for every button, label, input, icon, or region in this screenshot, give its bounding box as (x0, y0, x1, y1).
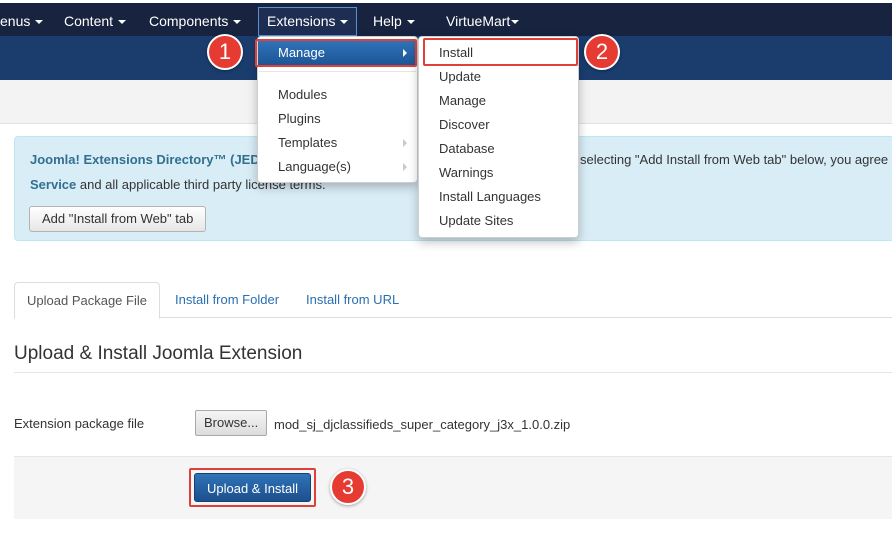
callout-badge-3: 3 (330, 469, 366, 505)
caret-down-icon (406, 20, 415, 25)
caret-down-icon (35, 20, 44, 25)
highlight-box-manage (255, 39, 417, 67)
menu-item-discover[interactable]: Discover (419, 113, 578, 137)
caret-down-icon (340, 20, 349, 25)
terms-of-service-link[interactable]: Service (30, 177, 76, 192)
browse-button[interactable]: Browse... (195, 410, 268, 436)
nav-virtuemart[interactable]: VirtueMart (446, 6, 520, 36)
menu-item-modules[interactable]: Modules (258, 83, 417, 107)
nav-components[interactable]: Components (149, 6, 242, 36)
menu-item-languages[interactable]: Language(s) (258, 155, 417, 179)
highlight-box-upload (189, 468, 316, 507)
menu-divider (259, 71, 416, 72)
callout-badge-2: 2 (584, 34, 620, 70)
menu-item-plugins[interactable]: Plugins (258, 107, 417, 131)
menu-item-manage-extensions[interactable]: Manage (419, 89, 578, 113)
top-navbar: enus Content Components Extensions Help … (0, 0, 892, 36)
menu-item-database[interactable]: Database (419, 137, 578, 161)
nav-content[interactable]: Content (64, 6, 127, 36)
form-actions (14, 456, 892, 519)
highlight-box-install (423, 38, 578, 66)
menu-item-install-languages[interactable]: Install Languages (419, 185, 578, 209)
menu-item-warnings[interactable]: Warnings (419, 161, 578, 185)
tab-install-from-url[interactable]: Install from URL (306, 282, 399, 318)
section-title: Upload & Install Joomla Extension (14, 343, 303, 364)
callout-badge-1: 1 (207, 34, 243, 70)
alert-text-start: Joomla! Extensions Directory™ (JED (30, 152, 260, 167)
caret-down-icon (511, 20, 520, 25)
alert-text-end: selecting "Add Install from Web tab" bel… (580, 152, 889, 167)
extension-package-label: Extension package file (14, 416, 145, 431)
menu-item-update-sites[interactable]: Update Sites (419, 209, 578, 233)
menu-item-update[interactable]: Update (419, 65, 578, 89)
tab-upload-package-file[interactable]: Upload Package File (14, 282, 160, 319)
menu-item-templates[interactable]: Templates (258, 131, 417, 155)
section-divider (14, 372, 892, 373)
install-tabs: Upload Package File Install from Folder … (14, 282, 892, 319)
caret-down-icon (118, 20, 127, 25)
selected-file-name: mod_sj_djclassifieds_super_category_j3x_… (274, 417, 571, 432)
add-install-from-web-button[interactable]: Add "Install from Web" tab (29, 206, 207, 232)
nav-extensions[interactable]: Extensions (258, 7, 358, 36)
nav-menus[interactable]: enus (0, 6, 44, 36)
tab-install-from-folder[interactable]: Install from Folder (175, 282, 279, 318)
chevron-right-icon (403, 163, 407, 171)
chevron-right-icon (403, 139, 407, 147)
nav-help[interactable]: Help (373, 6, 415, 36)
caret-down-icon (233, 20, 242, 25)
manage-submenu: Install Update Manage Discover Database … (418, 36, 579, 238)
